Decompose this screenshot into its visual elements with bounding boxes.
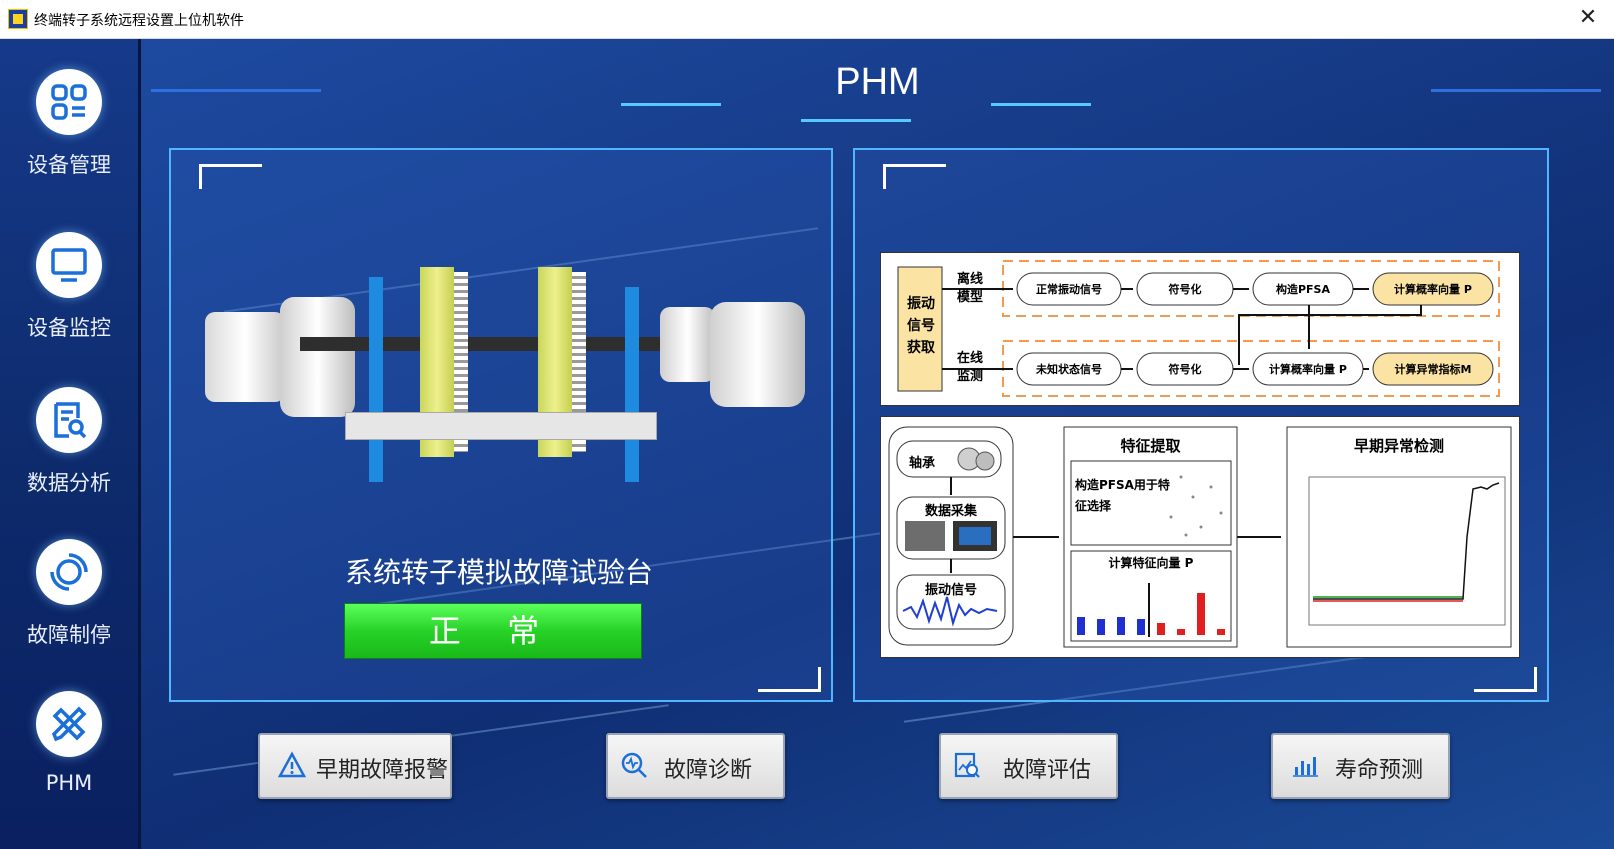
app-icon: [8, 9, 28, 29]
sidebar-item-label: PHM: [45, 771, 93, 795]
sidebar-item-data-analysis[interactable]: 数据分析: [0, 387, 138, 497]
window-titlebar: 终端转子系统远程设置上位机软件 ✕: [0, 0, 1614, 39]
monitor-icon: [36, 232, 102, 298]
acquisition-label: 数据采集: [924, 504, 977, 519]
close-icon[interactable]: ✕: [1574, 4, 1602, 32]
sidebar-item-fault-stop[interactable]: 故障制停: [0, 539, 138, 649]
flow-step: 符号化: [1168, 283, 1202, 296]
fault-assessment-button[interactable]: 故障评估: [939, 733, 1118, 799]
grid-icon: [36, 69, 102, 135]
window-title: 终端转子系统远程设置上位机软件: [34, 13, 244, 29]
bearing-label: 轴承: [909, 456, 936, 471]
tools-icon: [36, 691, 102, 757]
flow-step: 计算概率向量 P: [1394, 283, 1472, 296]
status-text: 正 常: [428, 612, 558, 650]
assessment-icon: [954, 752, 980, 778]
button-label: 故障评估: [1003, 758, 1092, 783]
source-label: 振动信号获取: [907, 296, 935, 356]
rotor-rig-illustration: [205, 262, 805, 482]
flow-step: 构造PFSA: [1275, 283, 1330, 296]
offline-label: 离线模型: [957, 272, 984, 305]
online-label: 在线监测: [957, 351, 984, 384]
fault-diagnosis-button[interactable]: 故障诊断: [606, 733, 785, 799]
sidebar-item-label: 数据分析: [27, 471, 111, 495]
sidebar-item-label: 设备管理: [27, 153, 111, 177]
status-badge: 正 常: [344, 603, 642, 659]
flow-step: 正常振动信号: [1036, 283, 1102, 296]
bar-chart-icon: [1293, 757, 1318, 777]
vibration-label: 振动信号: [924, 583, 977, 598]
diagnosis-icon: [621, 752, 647, 778]
button-label: 故障诊断: [664, 758, 753, 783]
button-label: 早期故障报警: [316, 758, 449, 783]
life-prediction-button[interactable]: 寿命预测: [1271, 733, 1450, 799]
page-title: PHM: [835, 61, 920, 103]
sidebar: 设备管理 设备监控 数据分析 故障制停 PHM: [0, 39, 141, 849]
report-search-icon: [36, 387, 102, 453]
phm-flow-diagram: 振动信号获取 离线模型 在线监测 正常振动信号 符号化 构造PFSA 计算概率向…: [880, 252, 1520, 406]
sidebar-item-device-monitoring[interactable]: 设备监控: [0, 232, 138, 342]
feature-title: 特征提取: [1120, 437, 1181, 455]
sidebar-item-label: 设备监控: [27, 316, 111, 340]
flow-step: 计算异常指标M: [1394, 363, 1472, 376]
anomaly-detection-diagram: 轴承 数据采集 振动信号 特征提取 构造PFSA用于特征选择 计算特征向量 P …: [880, 416, 1520, 658]
flow-step: 计算概率向量 P: [1269, 363, 1347, 376]
button-label: 寿命预测: [1335, 758, 1424, 783]
flow-step: 符号化: [1168, 363, 1202, 376]
flow-step: 未知状态信号: [1036, 363, 1102, 376]
sidebar-item-label: 故障制停: [27, 623, 111, 647]
feature-note: 构造PFSA用于特征选择: [1075, 478, 1170, 513]
stop-ring-icon: [36, 539, 102, 605]
sidebar-item-phm[interactable]: PHM: [0, 691, 138, 795]
detection-title: 早期异常检测: [1353, 437, 1444, 455]
early-fault-alarm-button[interactable]: 早期故障报警: [258, 733, 452, 799]
feature-vector-title: 计算特征向量 P: [1108, 556, 1194, 570]
warning-icon: [278, 751, 306, 778]
rig-title: 系统转子模拟故障试验台: [345, 556, 654, 589]
sidebar-item-device-management[interactable]: 设备管理: [0, 69, 138, 179]
